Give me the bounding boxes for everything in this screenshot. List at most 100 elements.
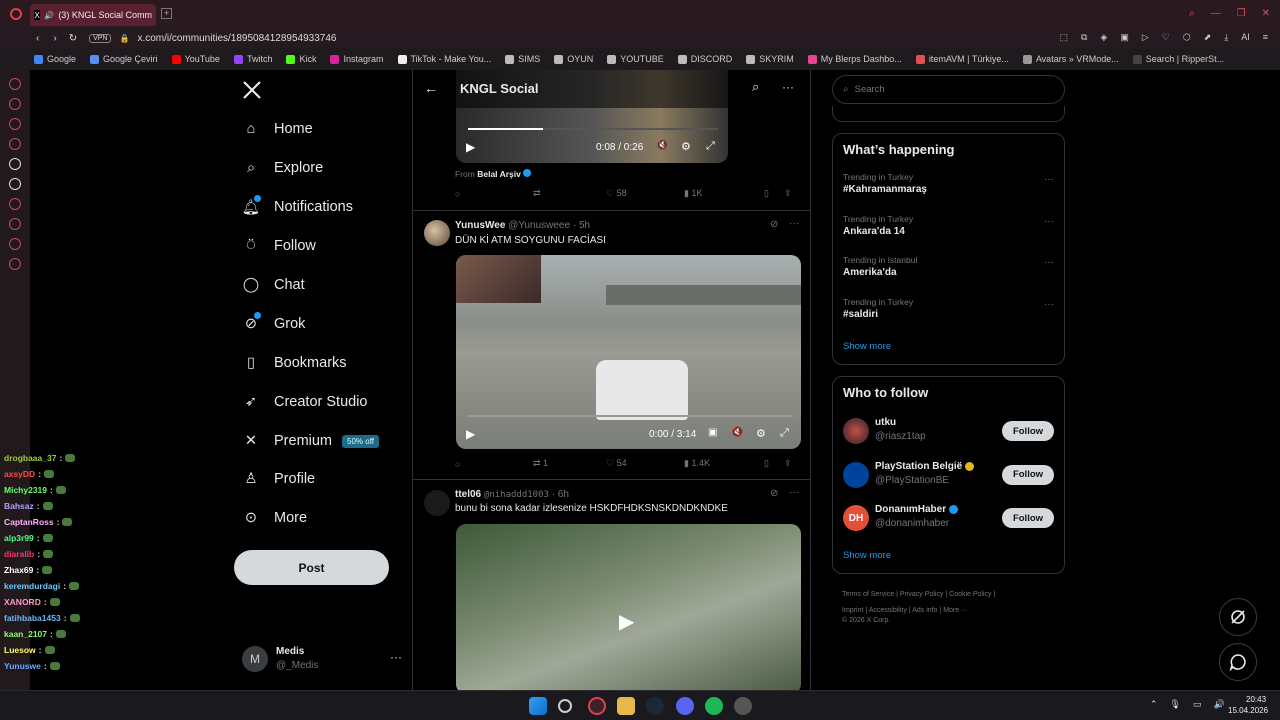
messenger-icon[interactable] [9,78,21,90]
trend-name[interactable]: #saldiri [843,309,878,320]
video-settings-icon[interactable]: ⚙ [756,427,766,440]
nav-item-explore[interactable]: ⌕ Explore [242,159,323,177]
share-icon[interactable]: ⬈ [1204,32,1212,43]
x-sidebar-icon[interactable] [9,178,21,190]
follow-button[interactable]: Follow [1002,421,1054,441]
opera-logo-icon[interactable] [10,8,22,20]
clock-time[interactable]: 20:43 [1246,695,1266,704]
clock-icon[interactable] [9,218,21,230]
trend-name[interactable]: #Kahramanmaraş [843,184,927,195]
pinned-icon[interactable] [9,118,21,130]
like-button[interactable]: ♡ 58 [606,188,684,199]
minimize-button[interactable]: — [1211,8,1221,19]
mail-icon[interactable] [9,138,21,150]
bookmark-item[interactable]: Twitch [233,54,272,64]
footer-link[interactable]: Terms of Service [842,591,894,598]
grok-icon[interactable]: ⊘ [770,488,778,499]
play-icon[interactable]: ▷ [1142,32,1149,43]
follow-button[interactable]: Follow [1002,464,1054,485]
bookmark-item[interactable]: SIMS [505,54,540,64]
bookmark-item[interactable]: SKYRIM [746,54,794,64]
url-text[interactable]: x.com/i/communities/1895084128954933746 [137,33,336,44]
source-name[interactable]: Belal Arşiv [477,169,521,179]
search-input[interactable] [854,84,1045,95]
volume-icon[interactable]: 🔇 [731,427,743,438]
grok-fab[interactable] [1219,598,1257,636]
bookmark-item[interactable]: DISCORD [677,54,732,64]
player-icon[interactable] [9,198,21,210]
extensions-icon[interactable]: ⬡ [1183,32,1191,43]
follow-show-more[interactable]: Show more [843,550,891,561]
trend-more-icon[interactable]: ··· [1044,299,1054,310]
bookmark-page-icon[interactable]: ⬚ [1059,32,1068,43]
spotify-icon[interactable] [705,697,723,715]
follow-button[interactable]: Follow [1002,508,1054,528]
start-icon[interactable] [529,697,547,715]
post-button[interactable]: Post [234,550,389,585]
video-player[interactable]: ▶ [456,524,801,690]
wallet-icon[interactable]: ▣ [1120,32,1129,43]
bookmark-item[interactable]: Google [34,54,76,64]
new-tab-button[interactable]: + [161,8,172,19]
follow-user-name[interactable]: DonanımHaber [875,504,959,515]
reload-icon[interactable]: ↻ [69,33,77,44]
repost-button[interactable]: ⇄ 1 [533,458,606,469]
follow-user-handle[interactable]: @riasz1tap [875,431,926,442]
history-icon[interactable] [9,98,21,110]
bookmark-item[interactable]: YouTube [171,54,220,64]
forward-icon[interactable]: › [53,33,56,44]
vpn-badge[interactable]: VPN [89,33,112,43]
video-progress[interactable] [468,128,718,130]
views-button[interactable]: ▮ 1.4K [684,458,764,469]
bookmark-item[interactable]: My Blerps Dashbo... [807,54,902,64]
views-button[interactable]: ▮ 1K [684,188,764,199]
clock-date[interactable]: 15.04.2026 [1228,706,1268,715]
avatar[interactable] [424,490,450,516]
play-icon[interactable]: ▶ [619,609,634,634]
account-switcher[interactable]: M Medis @_Medis ··· [242,644,402,674]
nav-item-notifications[interactable]: 🔔︎ Notifications [242,195,353,216]
bookmark-item[interactable]: Instagram [330,54,384,64]
search-tabs-icon[interactable]: ⌕ [1189,8,1195,19]
volume-icon[interactable]: 🔊 [1214,699,1225,710]
repost-icon[interactable]: ⇄ [533,188,606,199]
menu-icon[interactable]: ≡ [1263,32,1268,43]
author-name[interactable]: YunusWee [455,220,505,231]
avatar[interactable] [843,461,869,488]
search-box[interactable]: ⌕ [832,75,1065,104]
avatar[interactable] [843,418,869,444]
nav-item-follow[interactable]: ⍥ Follow [242,237,316,255]
video-player[interactable]: ▶ 0:00 / 3:14 ▣ 🔇 ⚙ ⤢ [456,255,801,449]
trend-more-icon[interactable]: ··· [1044,216,1054,227]
file-explorer-icon[interactable] [617,697,635,715]
messages-fab[interactable] [1219,643,1257,681]
nav-item-chat[interactable]: ◯ Chat [242,276,305,294]
share-icon[interactable]: ⇪ [784,458,792,469]
download-icon[interactable]: ⤓ [1224,32,1228,43]
avatar[interactable] [424,220,450,246]
aria-icon[interactable] [9,158,21,170]
follow-user-name[interactable]: utku [875,417,896,428]
like-button[interactable]: ♡ 54 [606,458,684,469]
trend-more-icon[interactable]: ··· [1044,174,1054,185]
bookmark-item[interactable]: YOUTUBE [607,54,664,64]
footer-link[interactable]: Privacy Policy [900,591,944,598]
network-icon[interactable]: ▭ [1193,699,1202,710]
bookmark-item[interactable]: itemAVM | Türkiye... [915,54,1009,64]
shield-icon[interactable]: ◈ [1100,32,1107,43]
volume-icon[interactable]: 🔇 [656,140,668,151]
play-icon[interactable]: ▶ [466,140,475,154]
nav-item-profile[interactable]: ♙ Profile [242,470,316,488]
microphone-icon[interactable]: 🎙 [1170,699,1181,710]
footer-link[interactable]: More ··· [943,607,968,614]
search-icon[interactable] [558,699,572,713]
maximize-button[interactable]: ❐ [1237,8,1246,19]
nav-item-creator-studio[interactable]: ➶ Creator Studio [242,393,368,411]
close-button[interactable]: ✕ [1262,8,1270,19]
bookmark-item[interactable]: Kick [286,54,316,64]
heart-icon[interactable]: ♡ [1162,32,1170,43]
discord-icon[interactable] [9,238,21,250]
video-progress[interactable] [468,415,793,417]
reply-icon[interactable]: ○ [455,189,533,199]
post-more-icon[interactable]: ··· [789,218,799,229]
